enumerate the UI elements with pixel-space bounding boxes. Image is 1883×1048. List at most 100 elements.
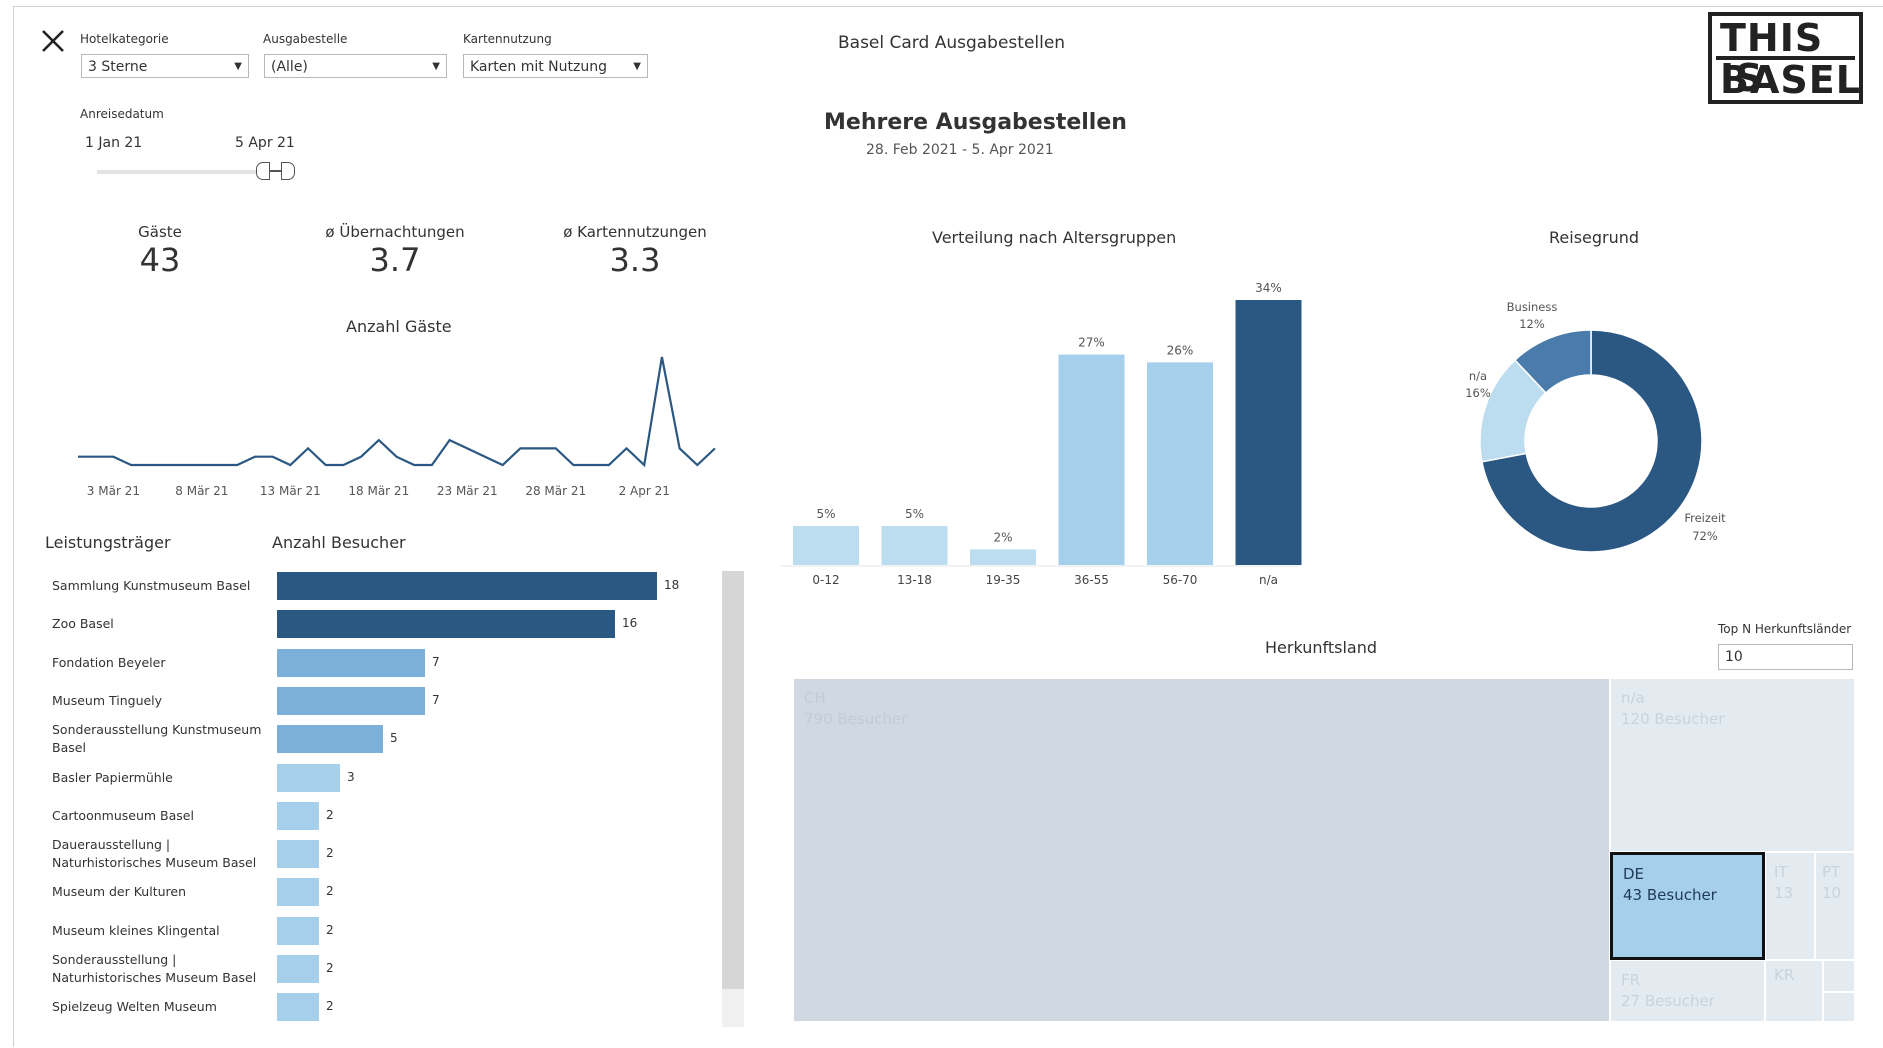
leistungstraeger-bar[interactable] [277,725,383,754]
treemap-cell-other[interactable] [1823,960,1855,992]
treemap-code: FR [1621,971,1641,989]
treemap-code: DE [1623,865,1645,883]
page-subtitle: Mehrere Ausgabestellen [824,110,1127,135]
x-tick-label: 13 Mär 21 [260,484,321,498]
hotelkategorie-label: Hotelkategorie [80,32,169,46]
age-bar-label: 34% [1255,281,1282,295]
kpi-value: 43 [139,241,181,279]
leistungstraeger-bar[interactable] [277,916,319,945]
treemap-cell-it[interactable]: IT 13 [1765,852,1815,960]
age-bar-label: 5% [816,507,835,521]
treemap-code: n/a [1621,689,1645,707]
date-slider-handle-end[interactable] [281,162,295,180]
age-category-label: n/a [1259,573,1278,587]
leistungstraeger-value: 5 [390,731,398,746]
treemap-visitors: 10 [1822,884,1842,902]
herkunft-title: Herkunftsland [1265,638,1378,657]
date-start: 1 Jan 21 [85,135,143,151]
treemap-code: IT [1774,863,1788,881]
leistungstraeger-bar[interactable] [277,763,340,792]
treemap-cell-other[interactable] [1823,992,1855,1022]
treemap-cell-fr[interactable]: FR 27 Besucher [1610,960,1765,1022]
leistungstraeger-bar[interactable] [277,610,615,639]
close-icon[interactable] [40,28,66,54]
treemap-cell-pt[interactable]: PT 10 [1815,852,1855,960]
leistungstraeger-name: Zoo Basel [52,616,114,632]
age-bar[interactable] [793,526,859,565]
leistungstraeger-name: Sammlung Kunstmuseum Basel [52,578,251,593]
age-bar[interactable] [1058,354,1125,565]
leistungstraeger-value: 2 [326,922,334,937]
ausgabestelle-value: (Alle) [271,59,308,75]
age-category-label: 0-12 [812,573,839,587]
donut-slice-name: Freizeit [1684,511,1726,525]
treemap-visitors: 13 [1774,884,1794,902]
kartennutzung-select[interactable]: Karten mit Nutzung ▼ [463,54,648,78]
kpi-gaeste: Gäste 43 [60,223,260,279]
leistungstraeger-bar[interactable] [277,686,425,715]
page-title: Basel Card Ausgabestellen [838,33,1066,53]
topn-input[interactable]: 10 [1718,644,1853,670]
hotelkategorie-value: 3 Sterne [88,59,148,75]
treemap-cell-de[interactable]: DE 43 Besucher [1610,852,1765,960]
donut-slice-value: 12% [1519,317,1545,331]
leistungstraeger-name: Basler Papiermühle [52,769,173,785]
leistungstraeger-value: 2 [326,961,334,975]
kpi-kartennutzungen: ø Kartennutzungen 3.3 [535,223,735,279]
leistungstraeger-bar[interactable] [277,648,425,677]
treemap-cell-kr[interactable]: KR [1765,960,1823,1022]
age-category-label: 19-35 [986,573,1021,587]
line-chart-title: Anzahl Gäste [346,317,452,336]
leistungstraeger-bar[interactable] [277,955,319,983]
hotelkategorie-select[interactable]: 3 Sterne ▼ [81,54,249,78]
leistungstraeger-name: Cartoonmuseum Basel [52,807,194,823]
x-tick-label: 3 Mär 21 [87,484,140,498]
age-bar[interactable] [1147,362,1213,565]
leistungstraeger-name: Sonderausstellung Kunstmuseum Basel [52,722,262,756]
kartennutzung-label: Kartennutzung [463,32,552,46]
date-slider-handle-start[interactable] [256,162,270,180]
logo-line-2: BASEL [1720,58,1861,102]
date-slider-track[interactable] [97,170,259,174]
age-bar-label: 26% [1167,343,1194,357]
logo: THIS IS BASEL [1708,12,1863,104]
age-chart: 5% 0-12 5% 13-18 2% 19-35 27% 36-55 26% 56-70 34% n… [780,281,1302,587]
treemap-cell-na[interactable]: n/a 120 Besucher [1610,678,1855,852]
age-bar[interactable] [881,526,948,565]
date-range: 28. Feb 2021 - 5. Apr 2021 [866,142,1054,158]
age-bar-label: 27% [1078,336,1105,350]
donut-slice-value: 72% [1692,529,1718,543]
chevron-down-icon: ▼ [432,61,440,72]
leistungstraeger-value: 2 [326,999,334,1014]
ausgabestelle-label: Ausgabestelle [263,32,348,46]
line-series [78,356,716,468]
topn-value: 10 [1725,649,1743,665]
leistungstraeger-value: 3 [347,769,355,784]
leistungstraeger-bar[interactable] [277,993,319,1022]
leistungstraeger-value: 2 [326,807,334,822]
leistungstraeger-bar[interactable] [277,572,657,600]
age-bar[interactable] [1235,300,1302,565]
ausgabestelle-select[interactable]: (Alle) ▼ [264,54,447,78]
treemap-cell-ch[interactable]: CH 790 Besucher [793,678,1610,1022]
chevron-down-icon: ▼ [633,61,641,72]
donut-slice-name: Business [1507,300,1558,314]
treemap-code: CH [804,689,826,707]
treemap-visitors: 43 Besucher [1623,886,1717,904]
leistungstraeger-name: Sonderausstellung | Naturhistorisches Mu… [52,952,257,985]
reisegrund-title: Reisegrund [1549,228,1640,247]
leistungstraeger-bar[interactable] [277,801,319,830]
leistungstraeger-bar[interactable] [277,878,319,907]
leistungstraeger-bar[interactable] [277,840,319,869]
herkunft-treemap: CH 790 Besucher n/a 120 Besucher DE 43 B… [793,678,1855,1022]
kpi-label: ø Kartennutzungen [563,223,707,241]
treemap-code: KR [1774,966,1795,984]
age-category-label: 13-18 [897,573,932,587]
leistungstraeger-value: 7 [432,692,440,707]
x-tick-label: 28 Mär 21 [525,484,586,498]
scrollbar-thumb[interactable] [722,571,744,989]
treemap-visitors: 120 Besucher [1621,710,1725,728]
age-bar[interactable] [970,549,1036,565]
age-bar-label: 5% [905,507,924,521]
date-slider-range [270,170,281,172]
